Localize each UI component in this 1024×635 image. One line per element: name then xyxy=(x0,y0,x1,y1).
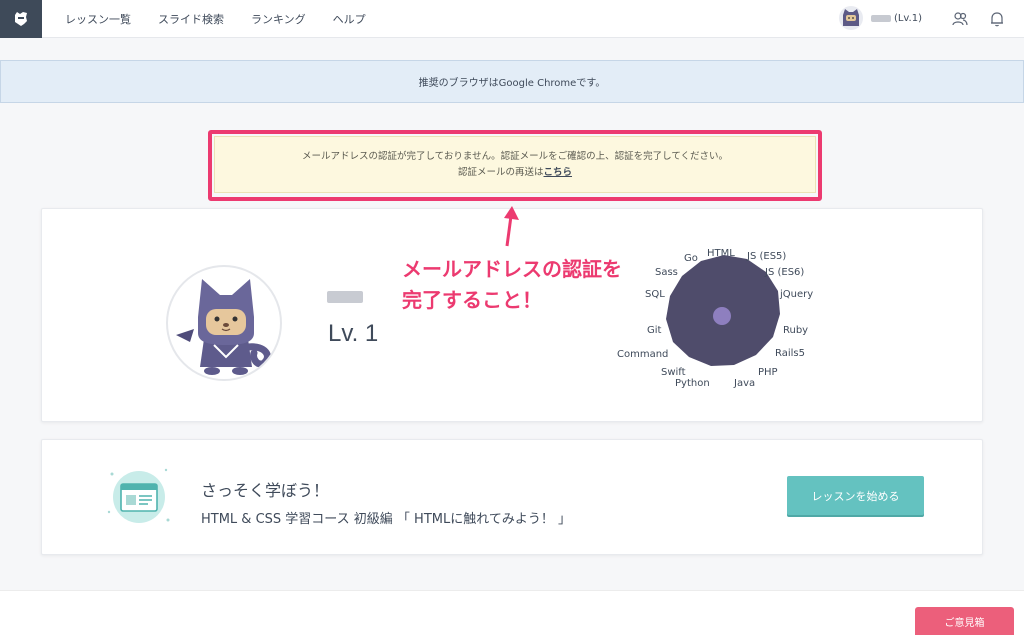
footer xyxy=(0,590,1024,635)
user-menu[interactable]: (Lv.1) xyxy=(838,6,922,30)
profile-name-redacted xyxy=(327,291,363,303)
main-nav: レッスン一覧 スライド検索 ランキング ヘルプ xyxy=(65,0,393,38)
skill-label-go: Go xyxy=(684,253,698,264)
logo[interactable] xyxy=(0,0,42,38)
profile-level: Lv. 1 xyxy=(328,320,379,347)
skill-label-js-es5: JS (ES5) xyxy=(746,251,786,262)
email-verification-warning: メールアドレスの認証が完了しておりません。認証メールをご確認の上、認証を完了して… xyxy=(214,136,816,193)
nav-lessons[interactable]: レッスン一覧 xyxy=(65,11,131,27)
warning-resend-prefix: 認証メールの再送は xyxy=(457,166,544,178)
ninja-logo-icon xyxy=(15,12,27,26)
user-name-redacted xyxy=(870,14,891,22)
warning-line-1: メールアドレスの認証が完了しておりません。認証メールをご確認の上、認証を完了して… xyxy=(301,150,729,162)
skill-label-python: Python xyxy=(675,378,710,389)
ninja-character-icon xyxy=(176,279,271,375)
skill-label-sql: SQL xyxy=(645,289,665,300)
skill-label-git: Git xyxy=(647,325,662,336)
skill-label-php: PHP xyxy=(758,367,778,378)
skill-label-html: HTML xyxy=(707,248,735,259)
browser-notice: 推奨のブラウザはGoogle Chromeです。 xyxy=(0,60,1024,103)
warning-line-2: 認証メールの再送はこちら xyxy=(458,165,572,181)
users-icon[interactable] xyxy=(951,10,969,28)
skill-label-command: Command xyxy=(617,349,668,360)
skill-label-sass: Sass xyxy=(655,267,678,278)
skill-label-rails5: Rails5 xyxy=(775,348,805,359)
profile-avatar xyxy=(166,265,282,381)
nav-ranking[interactable]: ランキング xyxy=(251,11,306,27)
feedback-button[interactable]: ご意見箱 xyxy=(915,607,1014,635)
lesson-heading: さっそく学ぼう！ xyxy=(201,481,330,500)
skill-label-js-es6: JS (ES6) xyxy=(764,267,804,278)
skill-label-jquery: jQuery xyxy=(779,289,813,300)
user-level: (Lv.1) xyxy=(893,12,922,24)
lesson-title: HTML & CSS 学習コース 初級編 「 HTMLに触れてみよう！ 」 xyxy=(201,512,571,527)
skill-radar-chart: HTML JS (ES5) JS (ES6) jQuery Ruby Rails… xyxy=(617,248,813,389)
bell-icon[interactable] xyxy=(988,10,1006,28)
resend-link[interactable]: こちら xyxy=(544,167,573,178)
skill-label-java: Java xyxy=(733,378,755,389)
radar-center xyxy=(713,307,731,325)
annotation-arrow-icon xyxy=(504,206,519,247)
user-avatar xyxy=(838,6,863,30)
nav-slide-search[interactable]: スライド検索 xyxy=(158,11,224,27)
annotation-text: メールアドレスの認証を 完了すること！ xyxy=(402,254,622,316)
skill-label-ruby: Ruby xyxy=(783,325,808,336)
start-lesson-button[interactable]: レッスンを始める xyxy=(787,476,924,515)
browser-window-icon xyxy=(107,468,170,523)
top-header: レッスン一覧 スライド検索 ランキング ヘルプ (Lv.1) xyxy=(0,0,1024,38)
annotation-line-1: メールアドレスの認証を xyxy=(402,257,622,281)
nav-help[interactable]: ヘルプ xyxy=(333,11,366,27)
skill-label-swift: Swift xyxy=(661,367,686,378)
annotation-line-2: 完了すること！ xyxy=(402,288,542,312)
